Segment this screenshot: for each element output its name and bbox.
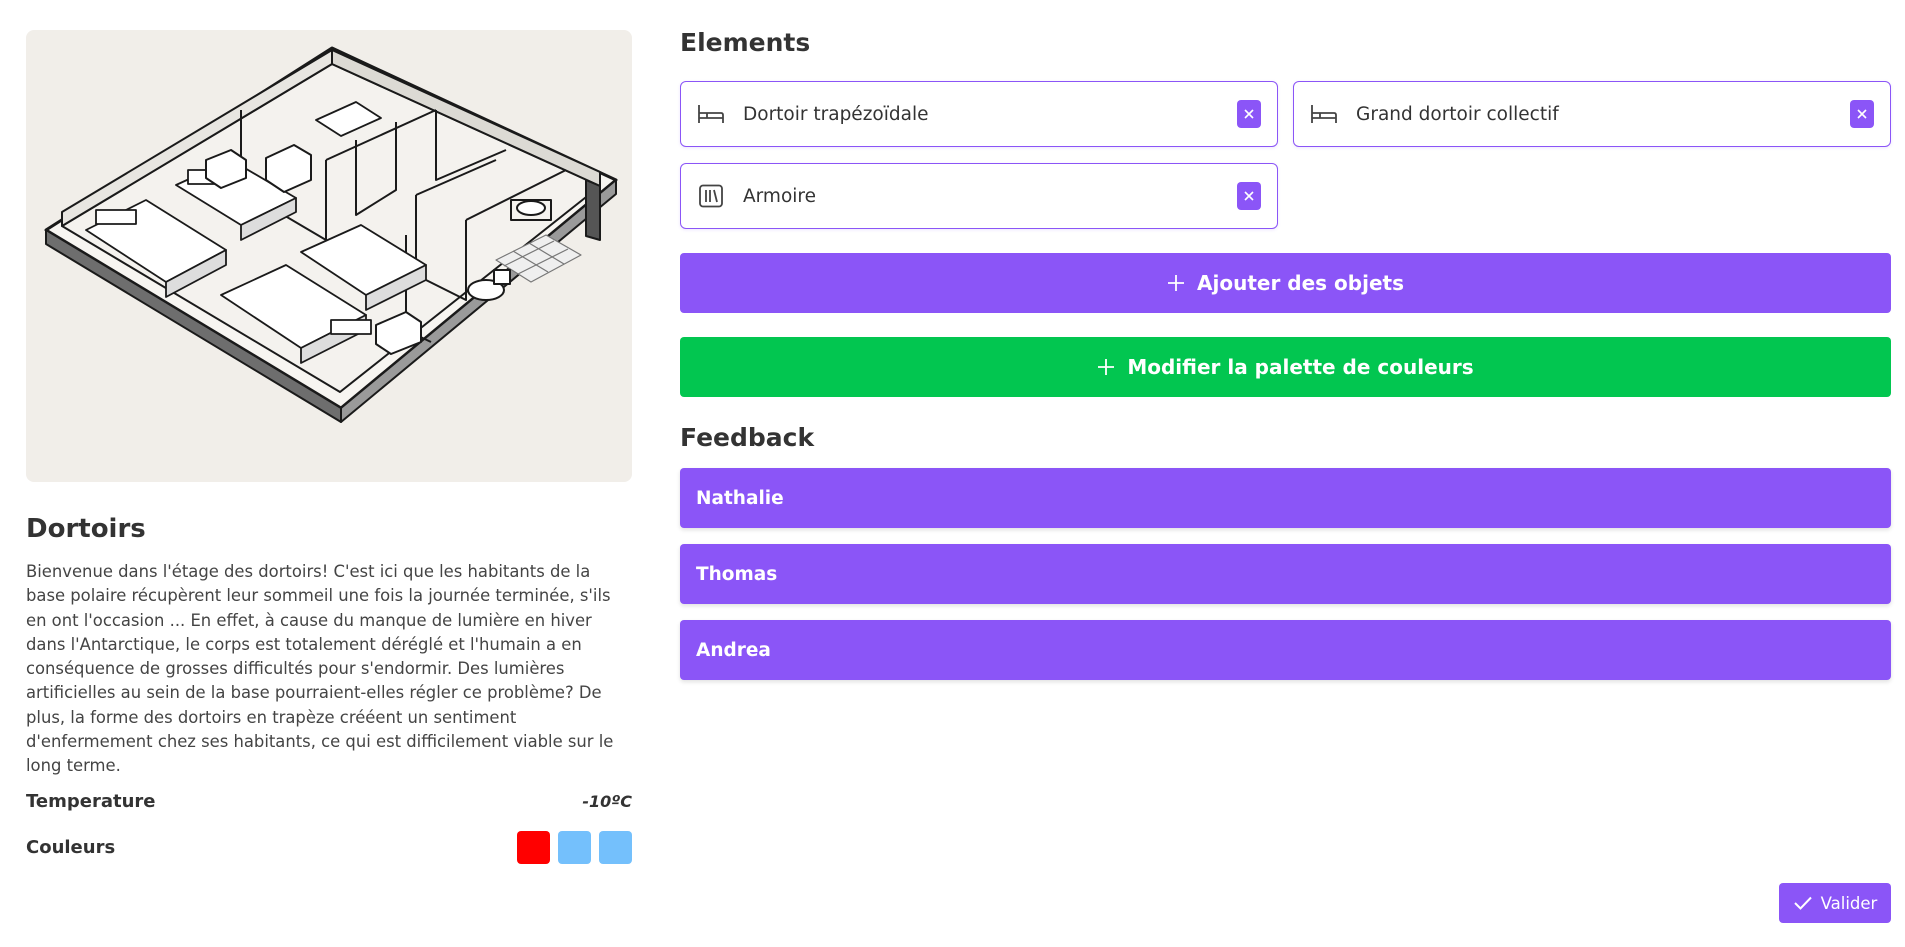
element-label: Dortoir trapézoïdale: [743, 103, 929, 125]
color-swatch: [517, 831, 550, 865]
validate-label: Valider: [1820, 893, 1878, 913]
elements-list: Dortoir trapézoïdale Grand dortoir colle…: [680, 81, 1891, 229]
element-item: Armoire: [680, 163, 1278, 229]
room-illustration: [26, 30, 632, 482]
remove-element-button[interactable]: [1237, 182, 1261, 210]
add-objects-button[interactable]: Ajouter des objets: [680, 253, 1891, 313]
room-description: Bienvenue dans l'étage des dortoirs! C'e…: [26, 562, 614, 776]
plus-icon: [1168, 275, 1185, 291]
remove-element-button[interactable]: [1237, 100, 1261, 128]
close-icon: [1244, 109, 1254, 119]
color-swatch: [558, 831, 591, 865]
element-label: Armoire: [743, 185, 816, 207]
feedback-list: Nathalie Thomas Andrea: [680, 468, 1891, 680]
feedback-title: Feedback: [680, 423, 815, 452]
temperature-value: -10ºC: [582, 792, 632, 812]
colors-row: Couleurs: [26, 831, 632, 865]
temperature-label: Temperature: [26, 791, 156, 813]
color-swatch: [599, 831, 632, 865]
wardrobe-icon: [697, 184, 725, 208]
validate-button[interactable]: Valider: [1779, 883, 1891, 923]
edit-palette-label: Modifier la palette de couleurs: [1127, 355, 1474, 379]
elements-title: Elements: [680, 28, 811, 57]
edit-palette-button[interactable]: Modifier la palette de couleurs: [680, 337, 1891, 397]
feedback-item[interactable]: Nathalie: [680, 468, 1891, 528]
details-panel: Elements Dortoir trapézoïdale Grand dort…: [680, 28, 1891, 696]
plus-icon: [1098, 359, 1115, 375]
close-icon: [1244, 191, 1254, 201]
color-swatches: [517, 831, 632, 865]
feedback-item[interactable]: Andrea: [680, 620, 1891, 680]
colors-label: Couleurs: [26, 837, 116, 859]
check-icon: [1793, 896, 1812, 910]
remove-element-button[interactable]: [1850, 100, 1874, 128]
add-objects-label: Ajouter des objets: [1197, 271, 1404, 295]
close-icon: [1857, 109, 1867, 119]
bed-icon: [697, 102, 725, 126]
room-title: Dortoirs: [26, 514, 146, 544]
bed-icon: [1310, 102, 1338, 126]
temperature-row: Temperature -10ºC: [26, 785, 632, 819]
isometric-floorplan-image: [44, 46, 618, 423]
feedback-item[interactable]: Thomas: [680, 544, 1891, 604]
element-item: Grand dortoir collectif: [1293, 81, 1891, 147]
room-panel: Dortoirs Bienvenue dans l'étage des dort…: [26, 30, 632, 865]
element-label: Grand dortoir collectif: [1356, 103, 1559, 125]
element-item: Dortoir trapézoïdale: [680, 81, 1278, 147]
